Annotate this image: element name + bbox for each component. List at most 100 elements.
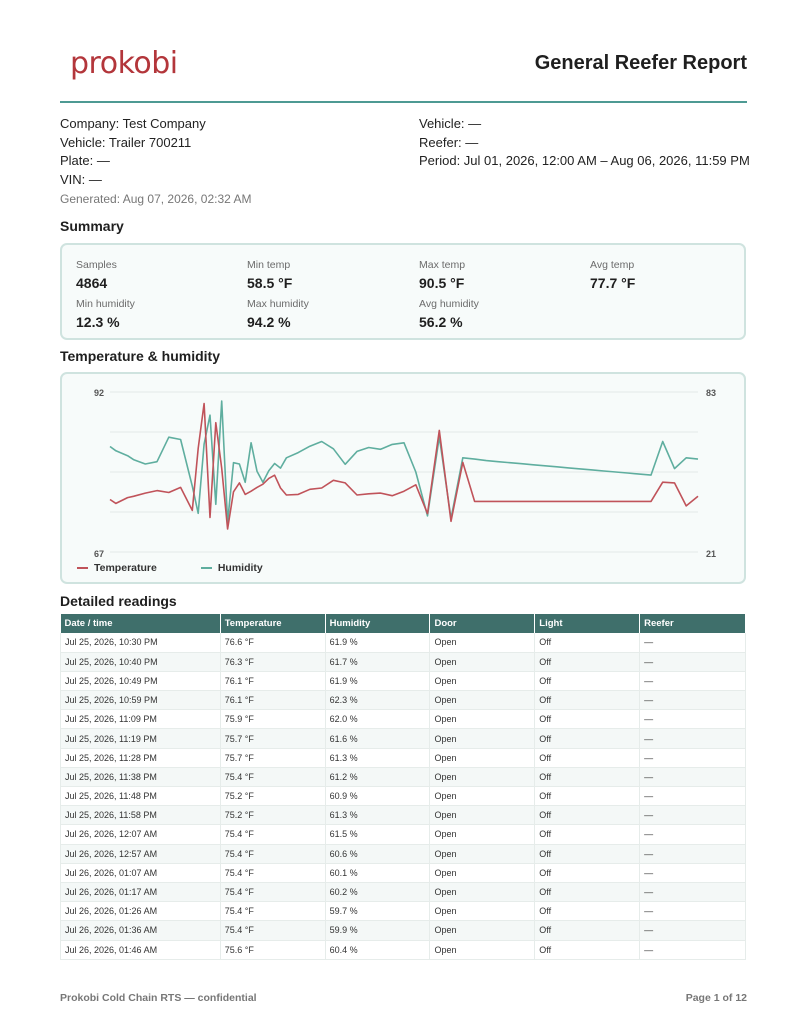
table-cell: Jul 25, 2026, 10:59 PM [60, 690, 221, 711]
table-cell: Open [429, 901, 536, 922]
readings-table: Date / time Temperature Humidity Door Light R… [60, 614, 746, 960]
table-cell: 75.4 °F [220, 844, 326, 864]
generated-line: Generated: Aug 07, 2026, 02:32 AM [60, 192, 252, 206]
table-cell: Open [429, 786, 536, 807]
table-row: Jul 26, 2026, 12:57 AM 75.4 °F 60.6 % Open O… [60, 844, 746, 864]
table-cell: 62.3 % [325, 690, 431, 711]
summary-panel: Samples 4864 Min temp 58.5 °F Max temp 9… [60, 243, 746, 340]
plate-line: Plate: — [60, 153, 110, 168]
table-row: Jul 26, 2026, 01:36 AM 75.4 °F 59.9 % Open O… [60, 920, 746, 941]
footer-confidential: Prokobi Cold Chain RTS — confidential [60, 992, 257, 1004]
table-cell: Off [534, 882, 641, 903]
legend-swatch-temperature [77, 567, 88, 569]
table-cell: Jul 25, 2026, 11:28 PM [60, 748, 221, 768]
summary-avg-humidity: Avg humidity 56.2 % [419, 298, 579, 330]
table-cell: Jul 26, 2026, 01:17 AM [60, 882, 221, 903]
summary-label: Min temp [247, 259, 291, 271]
table-row: Jul 25, 2026, 11:38 PM 75.4 °F 61.2 % Open O… [60, 767, 746, 788]
table-cell: — [639, 882, 746, 903]
table-cell: 59.7 % [325, 901, 431, 922]
table-cell: Jul 26, 2026, 12:57 AM [60, 844, 221, 864]
table-cell: Off [534, 844, 641, 864]
report-info-left: Company: Test Company Vehicle: Trailer 7… [60, 115, 390, 209]
table-cell: Open [429, 824, 536, 845]
summary-label: Max temp [419, 259, 466, 271]
table-cell: 75.2 °F [220, 805, 326, 826]
table-cell: 60.9 % [325, 786, 431, 807]
table-row: Jul 26, 2026, 01:46 AM 75.6 °F 60.4 % Open O… [60, 940, 746, 960]
report-info-right: Vehicle: — Reefer: — Period: Jul 01, 202… [419, 115, 759, 171]
table-cell: Open [429, 767, 536, 788]
legend-label: Temperature [94, 562, 157, 574]
table-cell: Off [534, 940, 641, 960]
table-cell: Jul 25, 2026, 11:38 PM [60, 767, 221, 788]
y-left-bottom-tick: 67 [94, 549, 104, 559]
table-cell: — [639, 671, 746, 692]
table-cell: — [639, 920, 746, 941]
table-cell: Open [429, 940, 536, 960]
table-cell: — [639, 863, 746, 883]
table-cell: Off [534, 805, 641, 826]
table-cell: Off [534, 748, 641, 768]
table-cell: Open [429, 671, 536, 692]
table-cell: Jul 26, 2026, 01:36 AM [60, 920, 221, 941]
table-cell: — [639, 690, 746, 711]
table-cell: 61.9 % [325, 671, 431, 692]
table-cell: 75.2 °F [220, 786, 326, 807]
table-cell: Open [429, 748, 536, 768]
temp-humidity-chart: 92 67 83 21 [94, 388, 716, 559]
table-cell: Jul 25, 2026, 10:40 PM [60, 652, 221, 672]
table-cell: 76.1 °F [220, 671, 326, 692]
summary-value: 94.2 % [247, 314, 291, 330]
table-cell: Open [429, 920, 536, 941]
summary-label: Samples [76, 259, 117, 271]
table-cell: 62.0 % [325, 709, 431, 730]
table-header-row: Date / time Temperature Humidity Door Light R… [60, 614, 746, 633]
column-header: Door [429, 614, 536, 633]
table-cell: 60.6 % [325, 844, 431, 864]
table-cell: Off [534, 728, 641, 749]
table-cell: 60.1 % [325, 863, 431, 883]
table-cell: — [639, 844, 746, 864]
table-cell: 75.4 °F [220, 863, 326, 883]
summary-value: 58.5 °F [247, 275, 293, 291]
table-cell: 75.4 °F [220, 901, 326, 922]
table-cell: Jul 25, 2026, 11:19 PM [60, 728, 221, 749]
legend-temperature: Temperature [77, 562, 157, 574]
table-cell: Jul 26, 2026, 01:07 AM [60, 863, 221, 883]
table-row: Jul 25, 2026, 11:48 PM 75.2 °F 60.9 % Open O… [60, 786, 746, 807]
summary-value: 90.5 °F [419, 275, 465, 291]
column-header: Temperature [220, 614, 326, 633]
legend-swatch-humidity [200, 567, 212, 569]
table-cell: Open [429, 844, 536, 864]
table-cell: Off [534, 767, 641, 788]
table-cell: 75.7 °F [220, 728, 326, 749]
vehicle-line-right: Vehicle: — [419, 116, 482, 131]
summary-title: Summary [60, 218, 124, 234]
y-left-top-tick: 92 [94, 388, 104, 398]
table-cell: 61.6 % [325, 728, 431, 749]
table-cell: 59.9 % [325, 920, 431, 941]
table-cell: 61.7 % [325, 652, 431, 672]
table-row: Jul 26, 2026, 01:26 AM 75.4 °F 59.7 % Open O… [60, 901, 746, 922]
summary-samples: Samples 4864 [76, 259, 236, 291]
table-row: Jul 25, 2026, 10:49 PM 76.1 °F 61.9 % Open O… [60, 671, 746, 692]
prokobi-logo: prokobi [70, 46, 178, 81]
table-cell: 61.9 % [325, 633, 431, 653]
table-cell: Off [534, 671, 641, 692]
summary-max-humidity: Max humidity 94.2 % [247, 298, 407, 330]
table-cell: Off [534, 824, 641, 845]
table-row: Jul 25, 2026, 11:19 PM 75.7 °F 61.6 % Open O… [60, 728, 746, 749]
summary-value: 77.7 °F [590, 275, 636, 291]
table-cell: — [639, 767, 746, 788]
table-cell: — [639, 824, 746, 845]
summary-value: 4864 [76, 275, 108, 291]
page-number: Page 1 of 12 [685, 992, 747, 1004]
table-row: Jul 26, 2026, 01:07 AM 75.4 °F 60.1 % Open O… [60, 863, 746, 883]
table-cell: — [639, 652, 746, 672]
table-cell: Off [534, 786, 641, 807]
table-cell: — [639, 940, 746, 960]
table-cell: 61.5 % [325, 824, 431, 845]
table-cell: Off [534, 690, 641, 711]
table-cell: 61.2 % [325, 767, 431, 788]
